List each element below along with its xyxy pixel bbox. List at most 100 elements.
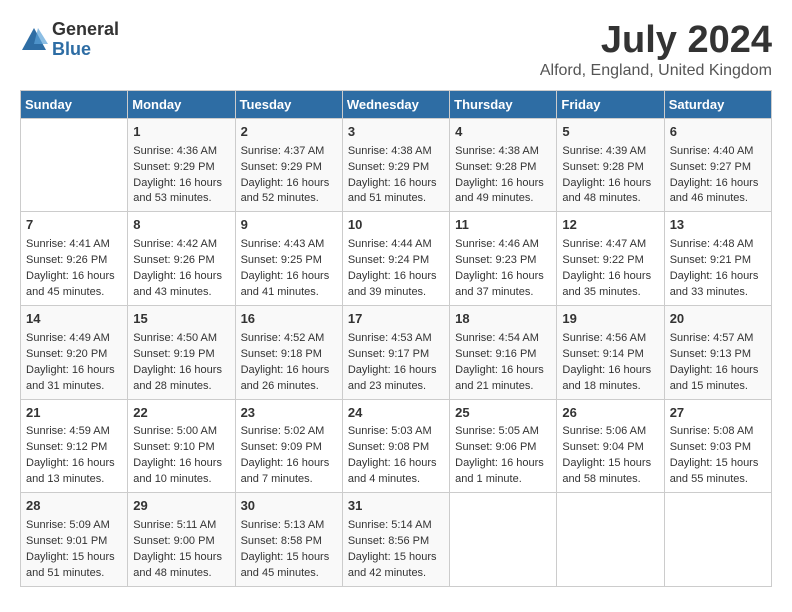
cell-content-line: and 10 minutes. — [133, 472, 229, 488]
week-row-1: 7Sunrise: 4:41 AMSunset: 9:26 PMDaylight… — [21, 212, 772, 306]
calendar-cell: 19Sunrise: 4:56 AMSunset: 9:14 PMDayligh… — [557, 305, 664, 399]
cell-content-line: Sunrise: 5:11 AM — [133, 518, 229, 534]
calendar-cell: 4Sunrise: 4:38 AMSunset: 9:28 PMDaylight… — [450, 118, 557, 212]
logo-text: General Blue — [52, 20, 119, 60]
logo: General Blue — [20, 20, 119, 60]
header-tuesday: Tuesday — [235, 90, 342, 118]
calendar-cell: 17 Sunrise: 4:53 AMSunset: 9:17 PMDayligh… — [342, 305, 449, 399]
cell-content-line: Sunset: 9:03 PM — [670, 440, 766, 456]
cell-content-line: Sunset: 9:23 PM — [455, 253, 551, 269]
cell-content-line: Sunrise: 4:48 AM — [670, 237, 766, 253]
cell-content-line: Sunset: 9:21 PM — [670, 253, 766, 269]
calendar-table: SundayMondayTuesdayWednesdayThursdayFrid… — [20, 90, 772, 587]
cell-content-line: Daylight: 15 hours — [133, 550, 229, 566]
cell-content-line: and 31 minutes. — [26, 379, 122, 395]
cell-content-line: Daylight: 16 hours — [455, 176, 551, 192]
cell-content-line: Daylight: 16 hours — [670, 363, 766, 379]
calendar-cell: 23Sunrise: 5:02 AMSunset: 9:09 PMDayligh… — [235, 399, 342, 493]
cell-content-line: Sunrise: 5:14 AM — [348, 518, 444, 534]
cell-content-line: Sunset: 9:14 PM — [562, 347, 658, 363]
cell-content-line: Daylight: 16 hours — [133, 269, 229, 285]
header-thursday: Thursday — [450, 90, 557, 118]
logo-blue: Blue — [52, 40, 119, 60]
week-row-4: 28Sunrise: 5:09 AMSunset: 9:01 PMDayligh… — [21, 493, 772, 587]
day-number: 10 — [348, 216, 444, 235]
cell-content-line: Daylight: 16 hours — [133, 176, 229, 192]
cell-content-line: and 49 minutes. — [455, 191, 551, 207]
cell-content-line: Daylight: 16 hours — [133, 363, 229, 379]
day-number: 17 — [348, 310, 444, 329]
day-number: 24 — [348, 404, 444, 423]
day-number: 5 — [562, 123, 658, 142]
cell-content-line: Sunrise: 4:53 AM — [348, 331, 444, 347]
cell-content-line: and 7 minutes. — [241, 472, 337, 488]
header-saturday: Saturday — [664, 90, 771, 118]
calendar-cell: 31Sunrise: 5:14 AMSunset: 8:56 PMDayligh… — [342, 493, 449, 587]
cell-content-line: Daylight: 16 hours — [26, 269, 122, 285]
day-number: 12 — [562, 216, 658, 235]
calendar-cell: 27Sunrise: 5:08 AMSunset: 9:03 PMDayligh… — [664, 399, 771, 493]
cell-content-line: Daylight: 16 hours — [241, 176, 337, 192]
day-number: 27 — [670, 404, 766, 423]
cell-content-line: Sunset: 9:08 PM — [348, 440, 444, 456]
cell-content-line: Sunrise: 4:56 AM — [562, 331, 658, 347]
day-number: 20 — [670, 310, 766, 329]
calendar-cell: 13Sunrise: 4:48 AMSunset: 9:21 PMDayligh… — [664, 212, 771, 306]
calendar-cell: 29Sunrise: 5:11 AMSunset: 9:00 PMDayligh… — [128, 493, 235, 587]
cell-content-line: Sunset: 9:20 PM — [26, 347, 122, 363]
cell-content-line: Daylight: 15 hours — [670, 456, 766, 472]
cell-content-line: and 45 minutes. — [241, 566, 337, 582]
cell-content-line: and 55 minutes. — [670, 472, 766, 488]
calendar-cell: 18Sunrise: 4:54 AMSunset: 9:16 PMDayligh… — [450, 305, 557, 399]
day-number: 2 — [241, 123, 337, 142]
cell-content-line: Daylight: 16 hours — [562, 363, 658, 379]
title-block: July 2024 Alford, England, United Kingdo… — [540, 20, 772, 80]
calendar-cell: 1Sunrise: 4:36 AMSunset: 9:29 PMDaylight… — [128, 118, 235, 212]
cell-content-line: Daylight: 16 hours — [670, 176, 766, 192]
header-sunday: Sunday — [21, 90, 128, 118]
cell-content-line: Sunset: 9:24 PM — [348, 253, 444, 269]
cell-content-line: Sunset: 9:18 PM — [241, 347, 337, 363]
calendar-cell: 22Sunrise: 5:00 AMSunset: 9:10 PMDayligh… — [128, 399, 235, 493]
cell-content-line: and 4 minutes. — [348, 472, 444, 488]
cell-content-line: Daylight: 16 hours — [348, 363, 444, 379]
cell-content-line: Sunrise: 4:46 AM — [455, 237, 551, 253]
day-number: 18 — [455, 310, 551, 329]
cell-content-line: Daylight: 16 hours — [241, 456, 337, 472]
cell-content-line: Sunset: 9:13 PM — [670, 347, 766, 363]
calendar-cell: 20Sunrise: 4:57 AMSunset: 9:13 PMDayligh… — [664, 305, 771, 399]
cell-content-line: Sunrise: 5:13 AM — [241, 518, 337, 534]
calendar-cell — [21, 118, 128, 212]
cell-content-line: Sunset: 9:17 PM — [348, 347, 444, 363]
logo-general: General — [52, 20, 119, 40]
calendar-cell — [664, 493, 771, 587]
cell-content-line: Daylight: 16 hours — [562, 269, 658, 285]
cell-content-line: Sunset: 8:56 PM — [348, 534, 444, 550]
calendar-cell: 16Sunrise: 4:52 AMSunset: 9:18 PMDayligh… — [235, 305, 342, 399]
cell-content-line: Daylight: 16 hours — [241, 363, 337, 379]
cell-content-line: and 39 minutes. — [348, 285, 444, 301]
cell-content-line: Sunrise: 5:00 AM — [133, 424, 229, 440]
cell-content-line: Sunset: 9:01 PM — [26, 534, 122, 550]
cell-content-line: Sunrise: 4:49 AM — [26, 331, 122, 347]
header-wednesday: Wednesday — [342, 90, 449, 118]
cell-content-line: Sunrise: 4:39 AM — [562, 144, 658, 160]
cell-content-line: Sunrise: 4:47 AM — [562, 237, 658, 253]
cell-content-line: Sunrise: 4:54 AM — [455, 331, 551, 347]
cell-content-line: Sunset: 9:28 PM — [562, 160, 658, 176]
cell-content-line: Sunset: 9:25 PM — [241, 253, 337, 269]
day-number: 14 — [26, 310, 122, 329]
cell-content-line: Sunrise: 5:02 AM — [241, 424, 337, 440]
cell-content-line: Sunrise: 4:43 AM — [241, 237, 337, 253]
week-row-3: 21Sunrise: 4:59 AMSunset: 9:12 PMDayligh… — [21, 399, 772, 493]
header-friday: Friday — [557, 90, 664, 118]
cell-content-line: Sunset: 9:10 PM — [133, 440, 229, 456]
day-number: 22 — [133, 404, 229, 423]
cell-content-line: Sunset: 9:28 PM — [455, 160, 551, 176]
cell-content-line: Daylight: 15 hours — [26, 550, 122, 566]
day-number: 21 — [26, 404, 122, 423]
cell-content-line: and 28 minutes. — [133, 379, 229, 395]
calendar-cell: 3Sunrise: 4:38 AMSunset: 9:29 PMDaylight… — [342, 118, 449, 212]
day-number: 28 — [26, 497, 122, 516]
day-number: 15 — [133, 310, 229, 329]
